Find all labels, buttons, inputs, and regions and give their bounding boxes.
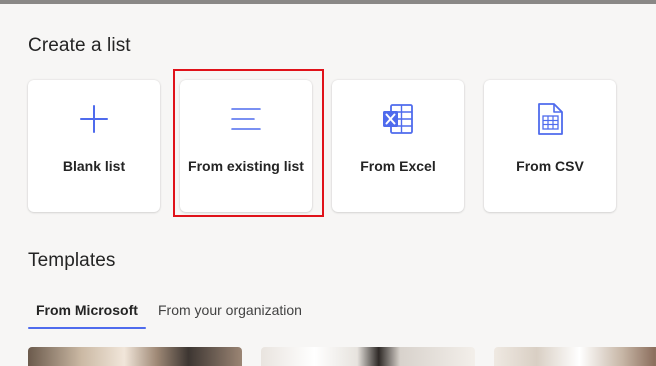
plus-icon <box>80 105 108 133</box>
tab-from-your-organization-label: From your organization <box>158 302 302 318</box>
from-csv-card[interactable]: From CSV <box>484 80 616 212</box>
from-excel-card[interactable]: From Excel <box>332 80 464 212</box>
from-excel-label: From Excel <box>360 158 436 174</box>
tab-from-microsoft-label: From Microsoft <box>36 302 138 318</box>
template-thumbnail-3[interactable] <box>494 347 656 366</box>
template-thumbnail-1[interactable] <box>28 347 242 366</box>
from-csv-label: From CSV <box>516 158 584 174</box>
excel-icon <box>383 104 413 134</box>
template-thumbnail-2[interactable] <box>261 347 475 366</box>
create-list-page: Create a list Blank list From existing l… <box>0 0 656 366</box>
blank-list-card[interactable]: Blank list <box>28 80 160 212</box>
lines-list-icon <box>231 108 261 130</box>
from-existing-list-card[interactable]: From existing list <box>180 80 312 212</box>
tab-from-microsoft[interactable]: From Microsoft <box>28 296 146 329</box>
tab-from-your-organization[interactable]: From your organization <box>150 296 310 328</box>
template-thumbnails <box>28 347 656 366</box>
blank-list-label: Blank list <box>62 158 126 174</box>
from-existing-list-label: From existing list <box>188 158 304 174</box>
top-divider <box>0 0 656 4</box>
create-list-heading: Create a list <box>28 35 131 56</box>
create-options: Blank list From existing list From Excel <box>28 80 628 212</box>
csv-file-icon <box>538 103 563 135</box>
templates-heading: Templates <box>28 250 116 271</box>
active-tab-indicator <box>28 327 146 329</box>
